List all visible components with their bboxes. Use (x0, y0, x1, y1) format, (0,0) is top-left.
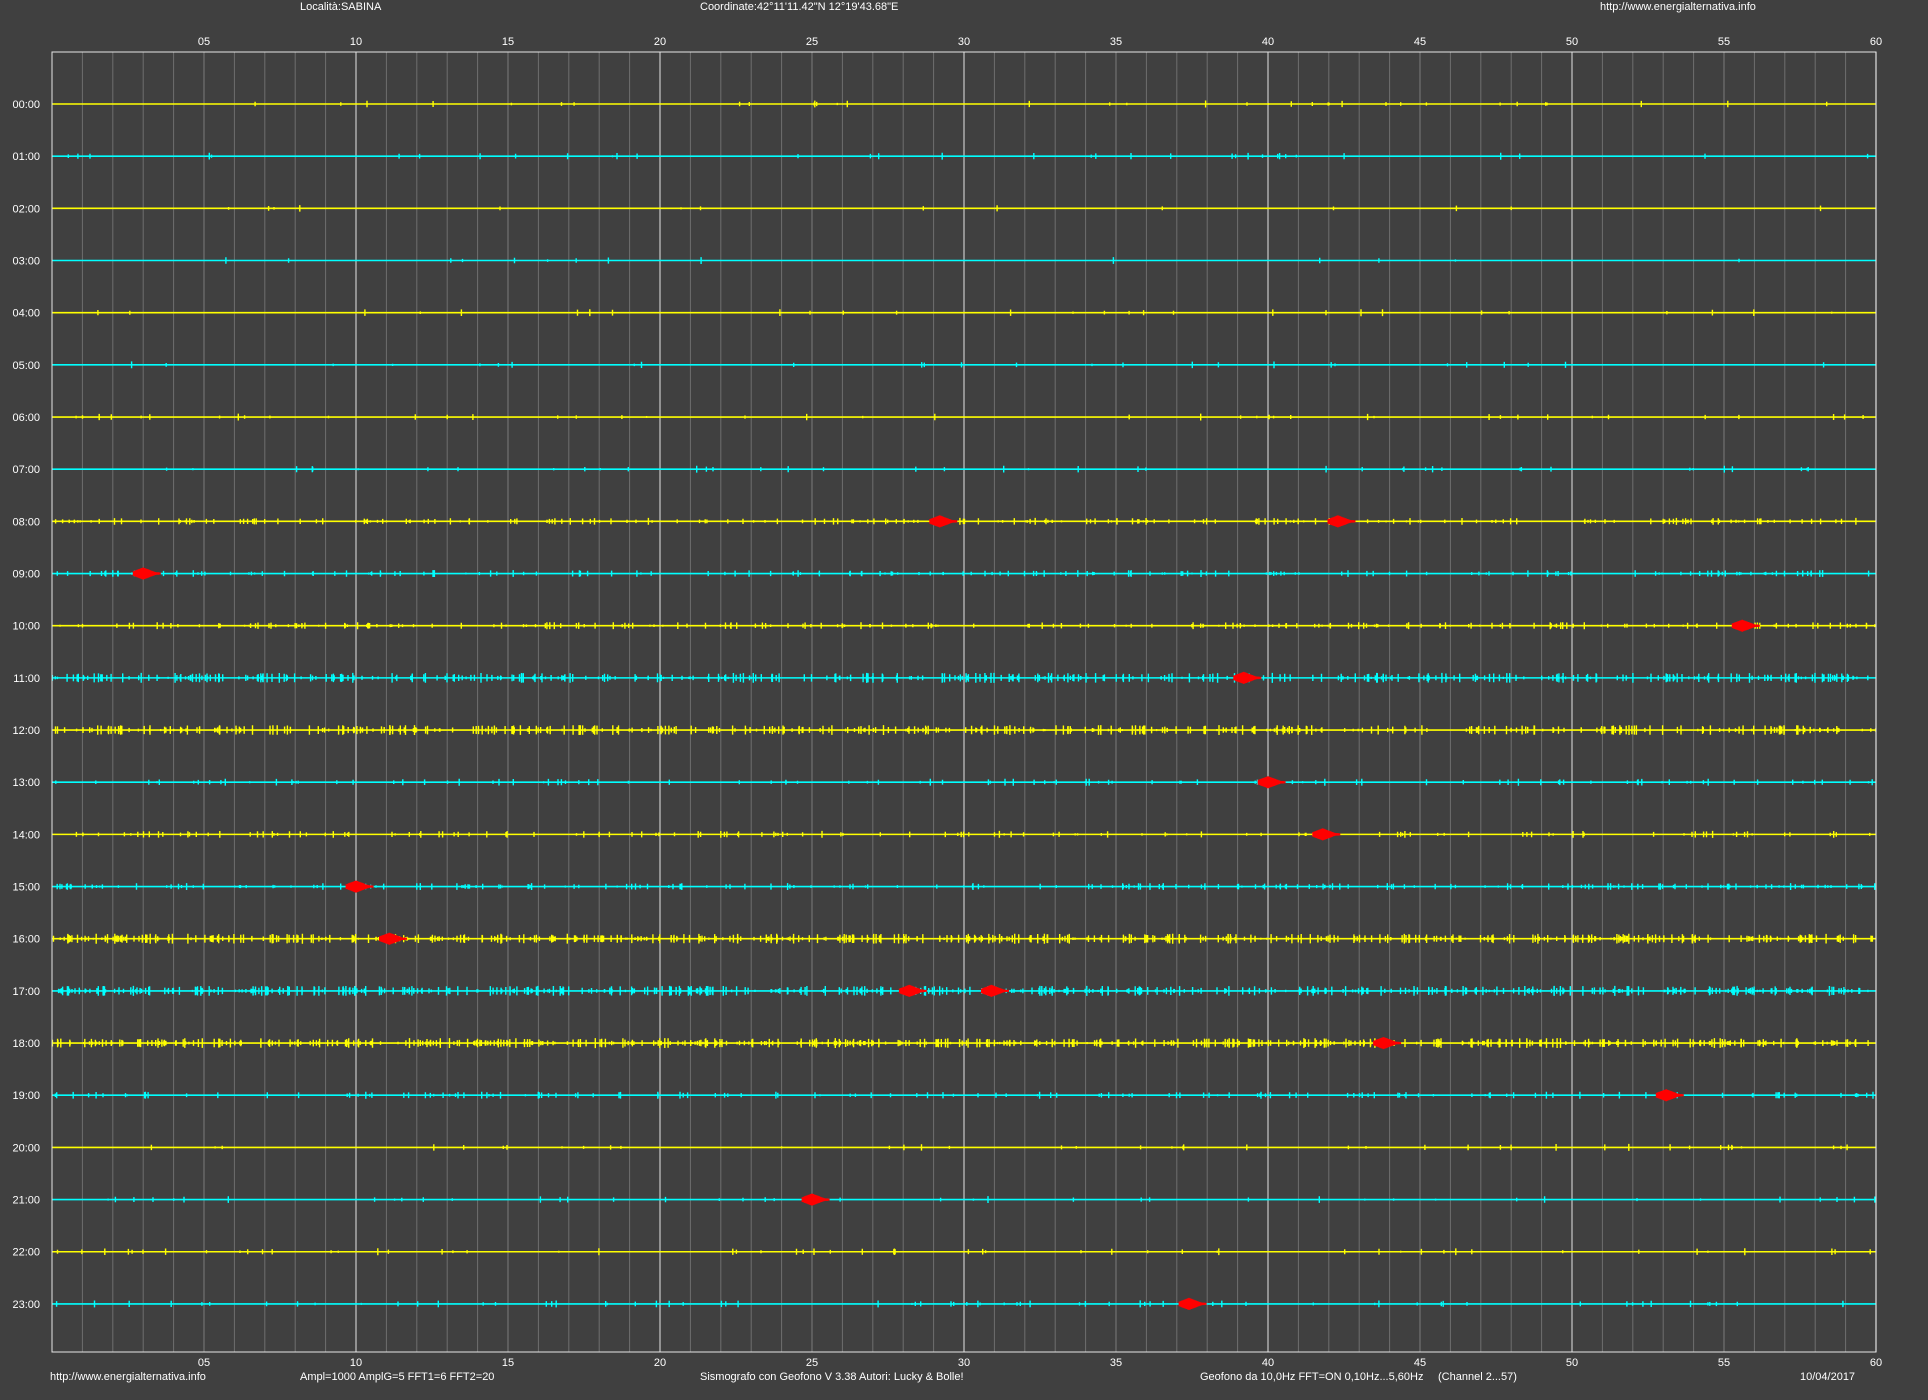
channel-label: (Channel 2...57) (1438, 1371, 1517, 1383)
hour-label: 22:00 (12, 1247, 40, 1259)
hour-labels: 00:00 01:00 02:00 03:00 04:00 05:00 06:00 07:00… (12, 99, 40, 1311)
x-tick-label: 60 (1870, 1357, 1882, 1369)
event-burst (801, 1193, 830, 1206)
hour-label: 20:00 (12, 1142, 40, 1154)
event-burst (345, 880, 374, 893)
hour-label: 02:00 (12, 203, 40, 215)
hour-label: 17:00 (12, 986, 40, 998)
x-tick-label: 35 (1110, 1357, 1122, 1369)
x-tick-label: 20 (654, 1357, 666, 1369)
event-markers (132, 515, 1760, 1310)
event-burst (1373, 1037, 1402, 1050)
x-tick-label: 35 (1110, 36, 1122, 48)
hour-label: 19:00 (12, 1090, 40, 1102)
event-burst (1731, 619, 1760, 632)
event-burst (1327, 515, 1356, 528)
x-tick-label: 50 (1566, 36, 1578, 48)
major-grid (203, 52, 1877, 1352)
hour-label: 10:00 (12, 621, 40, 633)
x-tick-label: 05 (198, 36, 210, 48)
event-burst (981, 984, 1009, 997)
hour-label: 23:00 (12, 1299, 40, 1311)
hour-label: 14:00 (12, 829, 40, 841)
x-tick-label: 10 (350, 36, 362, 48)
x-tick-label: 25 (806, 36, 818, 48)
x-tick-label: 60 (1870, 36, 1882, 48)
x-tick-label: 45 (1414, 36, 1426, 48)
hour-label: 06:00 (12, 412, 40, 424)
date-label: 10/04/2017 (1800, 1371, 1856, 1383)
x-tick-label: 50 (1566, 1357, 1578, 1369)
hour-label: 00:00 (12, 99, 40, 111)
software-label: Sismografo con Geofono V 3.38 Autori: Lu… (700, 1371, 964, 1383)
x-tick-label: 30 (958, 1357, 970, 1369)
x-tick-label: 15 (502, 1357, 514, 1369)
hour-label: 11:00 (13, 673, 40, 685)
hour-label: 18:00 (12, 1038, 40, 1050)
x-tick-label: 55 (1718, 36, 1730, 48)
x-tick-label: 20 (654, 36, 666, 48)
hour-label: 08:00 (12, 516, 40, 528)
x-tick-label: 40 (1262, 36, 1274, 48)
amplification-label: Ampl=1000 AmplG=5 FFT1=6 FFT2=20 (300, 1371, 495, 1383)
x-tick-label: 40 (1262, 1357, 1274, 1369)
helicorder-chart: 05 10 15 20 25 30 35 40 45 50 55 60 05 10 15 20 25 30 35 4… (12, 36, 1882, 1369)
hour-label: 04:00 (12, 308, 40, 320)
event-burst (1178, 1297, 1207, 1310)
hour-label: 09:00 (12, 569, 40, 581)
event-burst (1257, 776, 1286, 789)
hour-label: 07:00 (12, 464, 40, 476)
hour-label: 12:00 (12, 725, 40, 737)
hour-label: 16:00 (12, 934, 40, 946)
footer-website-link[interactable]: http://www.energialternativa.info (50, 1371, 206, 1383)
x-tick-label: 05 (198, 1357, 210, 1369)
x-tick-label: 10 (350, 1357, 362, 1369)
hour-label: 03:00 (12, 256, 40, 268)
x-tick-label: 30 (958, 36, 970, 48)
event-burst (379, 932, 407, 945)
x-tick-label: 25 (806, 1357, 818, 1369)
hour-label: 01:00 (12, 151, 40, 163)
sensor-label: Geofono da 10,0Hz FFT=ON 0,10Hz...5,60Hz (1200, 1371, 1424, 1383)
hour-label: 13:00 (12, 777, 40, 789)
event-burst (1312, 828, 1341, 841)
x-tick-label: 45 (1414, 1357, 1426, 1369)
hour-label: 05:00 (12, 360, 40, 372)
x-tick-label: 15 (502, 36, 514, 48)
x-tick-labels-top: 05 10 15 20 25 30 35 40 45 50 55 60 (198, 36, 1882, 48)
event-burst (132, 567, 161, 580)
x-tick-labels-bottom: 05 10 15 20 25 30 35 40 45 50 55 60 (198, 1357, 1882, 1369)
event-burst (1655, 1089, 1684, 1102)
hour-label: 15:00 (12, 882, 40, 894)
x-tick-label: 55 (1718, 1357, 1730, 1369)
hour-label: 21:00 (12, 1195, 40, 1207)
